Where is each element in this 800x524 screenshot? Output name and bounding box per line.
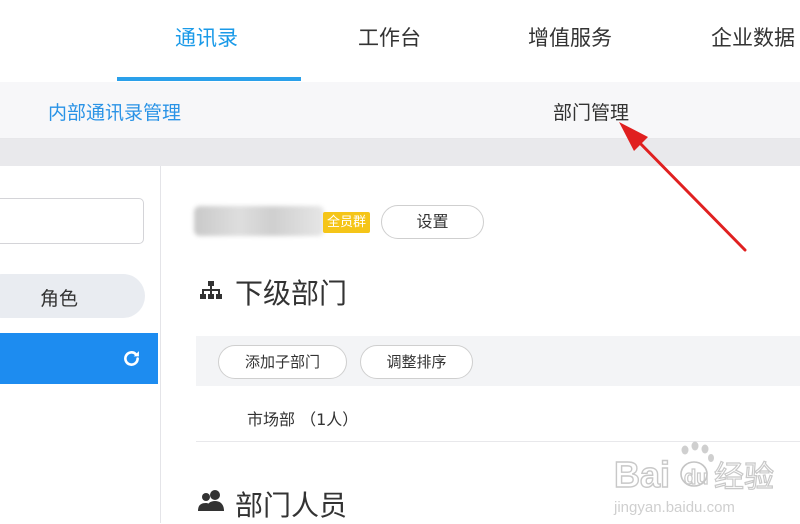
- svg-text:Bai: Bai: [614, 454, 670, 495]
- blurred-org-name: [194, 206, 324, 236]
- tab-enterprise-data[interactable]: 企业数据: [711, 22, 795, 52]
- settings-button[interactable]: 设置: [381, 205, 484, 239]
- role-tab-label: 角色: [40, 288, 79, 310]
- org-tree-icon: [200, 281, 222, 299]
- selected-tree-item[interactable]: [0, 333, 158, 384]
- section-divider: [0, 139, 800, 166]
- tab-workbench[interactable]: 工作台: [358, 22, 421, 52]
- baidu-jingyan-watermark: Bai du 经验 jingyan.baidu.com: [613, 441, 775, 516]
- svg-text:经验: 经验: [714, 460, 774, 495]
- sub-departments-toolbar: 添加子部门 调整排序: [196, 336, 800, 386]
- tab-value-added-services[interactable]: 增值服务: [528, 22, 612, 52]
- top-navigation: 通讯录 工作台 增值服务 企业数据: [0, 0, 800, 82]
- sub-departments-title: 下级部门: [235, 277, 348, 310]
- sub-navigation: 内部通讯录管理 部门管理: [0, 82, 800, 139]
- left-sidebar: 角色: [0, 166, 161, 523]
- department-members-title: 部门人员: [235, 489, 348, 522]
- tab-contacts[interactable]: 通讯录: [175, 22, 238, 52]
- subnav-internal-contacts[interactable]: 内部通讯录管理: [48, 98, 181, 125]
- sub-department-row[interactable]: 市场部 （1人）: [196, 387, 800, 442]
- all-staff-group-badge: 全员群: [323, 212, 371, 233]
- svg-text:du: du: [684, 467, 708, 489]
- people-icon: [198, 490, 224, 511]
- active-tab-indicator: [117, 77, 301, 81]
- refresh-icon[interactable]: [121, 348, 142, 369]
- add-sub-department-button[interactable]: 添加子部门: [218, 345, 347, 379]
- svg-text:jingyan.baidu.com: jingyan.baidu.com: [613, 499, 735, 516]
- adjust-order-button[interactable]: 调整排序: [360, 345, 473, 379]
- role-tab[interactable]: 角色: [0, 274, 145, 318]
- search-input[interactable]: [0, 198, 144, 244]
- subnav-department-management[interactable]: 部门管理: [553, 98, 629, 125]
- sub-department-label: 市场部 （1人）: [247, 410, 359, 429]
